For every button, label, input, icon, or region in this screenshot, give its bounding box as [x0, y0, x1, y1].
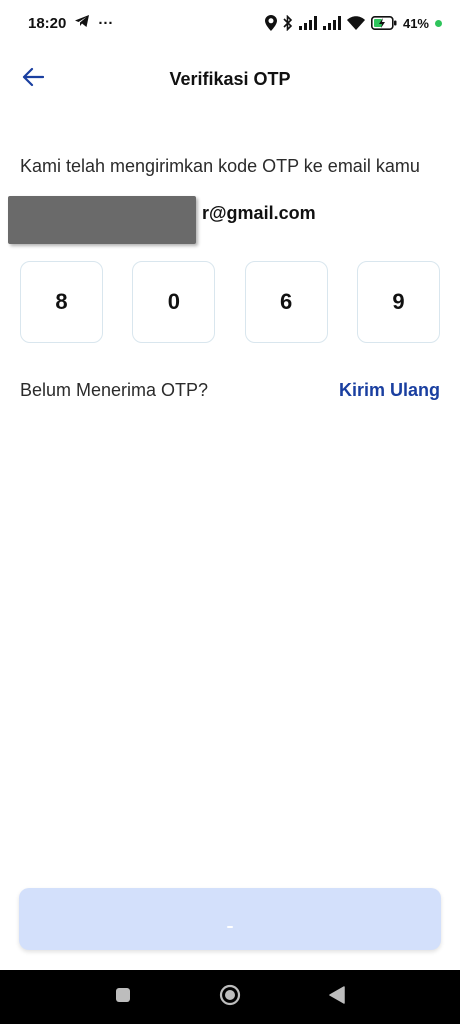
- app-bar: Verifikasi OTP: [0, 50, 460, 108]
- system-nav-bar: [0, 970, 460, 1024]
- otp-digit-3[interactable]: 6: [244, 261, 328, 343]
- circle-icon: [219, 984, 241, 1011]
- battery-charging-icon: [370, 16, 397, 30]
- battery-status-dot: [435, 19, 442, 27]
- otp-input-group: 8 0 6 9: [20, 261, 440, 343]
- otp-digit-1[interactable]: 8: [20, 261, 103, 343]
- loading-indicator: [227, 926, 233, 928]
- square-icon: [115, 987, 131, 1008]
- status-more: ···: [98, 14, 114, 32]
- resend-otp-link[interactable]: Kirim Ulang: [339, 380, 440, 401]
- email-row: r@gmail.com: [8, 196, 448, 246]
- status-left: 18:20 ···: [28, 14, 113, 32]
- page-title: Verifikasi OTP: [169, 68, 291, 89]
- triangle-back-icon: [328, 985, 345, 1009]
- wifi-icon: [346, 16, 365, 30]
- nav-back-button[interactable]: [317, 977, 357, 1017]
- back-button[interactable]: [18, 64, 48, 94]
- resend-row: Belum Menerima OTP? Kirim Ulang: [20, 380, 440, 401]
- location-icon: [264, 15, 277, 31]
- otp-description: Kami telah mengirimkan kode OTP ke email…: [20, 156, 420, 176]
- nav-recent-button[interactable]: [103, 977, 143, 1017]
- arrow-left-icon: [22, 67, 45, 92]
- resend-question: Belum Menerima OTP?: [20, 380, 209, 400]
- signal-icon-2: [322, 16, 341, 30]
- status-time: 18:20: [28, 14, 67, 32]
- bluetooth-icon: [283, 15, 293, 31]
- verify-button[interactable]: [19, 888, 441, 950]
- email-redaction: [8, 196, 196, 244]
- email-address: r@gmail.com: [202, 203, 316, 223]
- status-bar: 18:20 ··· 41%: [0, 0, 460, 46]
- otp-digit-2[interactable]: 0: [132, 261, 216, 343]
- nav-home-button[interactable]: [210, 977, 250, 1017]
- status-right: 41%: [264, 15, 442, 31]
- battery-percent: 41%: [402, 15, 429, 31]
- signal-icon: [298, 16, 317, 30]
- telegram-icon: [74, 14, 90, 32]
- otp-digit-4[interactable]: 9: [356, 261, 440, 343]
